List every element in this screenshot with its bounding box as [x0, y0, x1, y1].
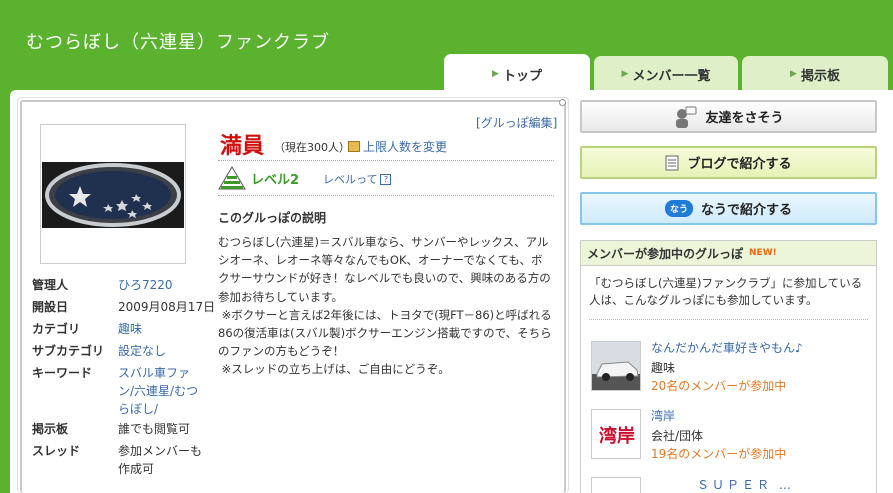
admin-value[interactable]: ひろ7220 [118, 276, 173, 294]
change-limit-link[interactable]: 上限人数を変更 [348, 138, 447, 155]
related-groups-title: メンバーが参加中のグルっぽ [587, 246, 744, 261]
related-groups-box: メンバーが参加中のグルっぽ NEW! 「むつらぼし(六連星)ファンクラブ」に参加し… [580, 240, 877, 493]
group-member-count: 20名のメンバーが参加中 [651, 379, 787, 393]
opened-value: 2009月08月17日 [118, 300, 216, 314]
thread-label: スレッド [32, 444, 81, 458]
invite-label: 友達をさそう [705, 111, 784, 126]
nau-share-label: なうで紹介する [701, 203, 793, 218]
level-value: レベル2 [251, 173, 300, 188]
new-badge: NEW! [749, 248, 777, 258]
divider [218, 160, 554, 161]
tab-top-label: トップ [502, 68, 542, 84]
nau-share-button[interactable]: なう なうで紹介する [580, 192, 877, 225]
subcategory-label: サブカテゴリ [32, 344, 105, 358]
group-member-count: 19名のメンバーが参加中 [651, 447, 787, 461]
board-label: 掲示板 [32, 422, 69, 436]
tab-members-label: メンバー一覧 [632, 68, 711, 84]
tab-members[interactable]: ▶ メンバー一覧 [594, 56, 738, 92]
tab-board-label: 掲示板 [800, 68, 840, 84]
group-thumb[interactable] [591, 341, 641, 391]
blog-share-label: ブログで紹介する [687, 157, 792, 172]
help-icon: ? [380, 173, 392, 185]
blog-document-icon [665, 155, 679, 170]
group-photo[interactable] [42, 162, 184, 228]
level-pyramid-icon [218, 166, 246, 190]
limit-icon [348, 141, 360, 152]
category-value[interactable]: 趣味 [118, 320, 142, 338]
group-name-link[interactable]: なんだかんだ車好きやもん♪ [651, 339, 803, 356]
keyword-label: キーワード [32, 366, 93, 380]
opened-label: 開設日 [32, 300, 69, 314]
blog-share-button[interactable]: ブログで紹介する [580, 146, 877, 179]
invite-friends-button[interactable]: 友達をさそう [580, 100, 877, 133]
description-title: このグルっぽの説明 [218, 211, 327, 225]
tab-arrow-icon: ▶ [621, 69, 629, 79]
group-category: 会社/団体 [651, 429, 704, 443]
group-thumb[interactable] [591, 477, 641, 493]
group-name-link[interactable]: ＳＵＰＥＲ … [697, 476, 794, 493]
change-limit-label: 上限人数を変更 [363, 140, 448, 154]
subaru-emblem-image [42, 162, 184, 228]
level-help-label: レベルって [323, 173, 378, 186]
tab-board[interactable]: ▶ 掲示板 [742, 56, 888, 92]
description-text: むつらぼし(六連星)＝スバル車なら、サンバーやレックス、アルシオーネ、レオーネ等… [218, 235, 552, 377]
related-groups-intro: 「むつらぼし(六連星)ファンクラブ」に参加している人は、こんなグルっぽにも参加し… [589, 276, 863, 307]
category-label: カテゴリ [32, 322, 81, 336]
divider [589, 319, 868, 320]
invite-person-icon [676, 106, 697, 128]
group-thumb[interactable]: 湾岸 [591, 409, 641, 459]
tab-arrow-icon: ▶ [790, 69, 797, 79]
status-full: 満員 [220, 134, 265, 159]
divider [218, 195, 554, 196]
admin-label: 管理人 [32, 278, 69, 292]
thread-value: 参加メンバーも作成可 [118, 444, 203, 477]
tab-top[interactable]: ▶ トップ [444, 54, 590, 94]
nau-icon: なう [664, 200, 693, 217]
subcategory-value[interactable]: 設定なし [118, 342, 166, 360]
wangan-logo: 湾岸 [599, 426, 635, 447]
corner-dot [559, 99, 566, 106]
car-photo-image [592, 342, 640, 390]
keyword-value[interactable]: スバル車ファン/六連星/むつらぼし/ [118, 364, 206, 419]
member-count: （現在300人） [274, 141, 350, 154]
group-category: 趣味 [651, 361, 676, 375]
board-value: 誰でも閲覧可 [118, 422, 191, 436]
group-name-link[interactable]: 湾岸 [651, 407, 675, 424]
tab-arrow-icon: ▶ [492, 69, 499, 79]
edit-group-link[interactable]: [グルっぽ編集] [476, 114, 557, 131]
site-title: むつらぼし（六連星）ファンクラブ [26, 32, 330, 53]
related-groups-heading: メンバーが参加中のグルっぽ NEW! [581, 241, 876, 266]
level-help-link[interactable]: レベルって? [323, 171, 392, 187]
